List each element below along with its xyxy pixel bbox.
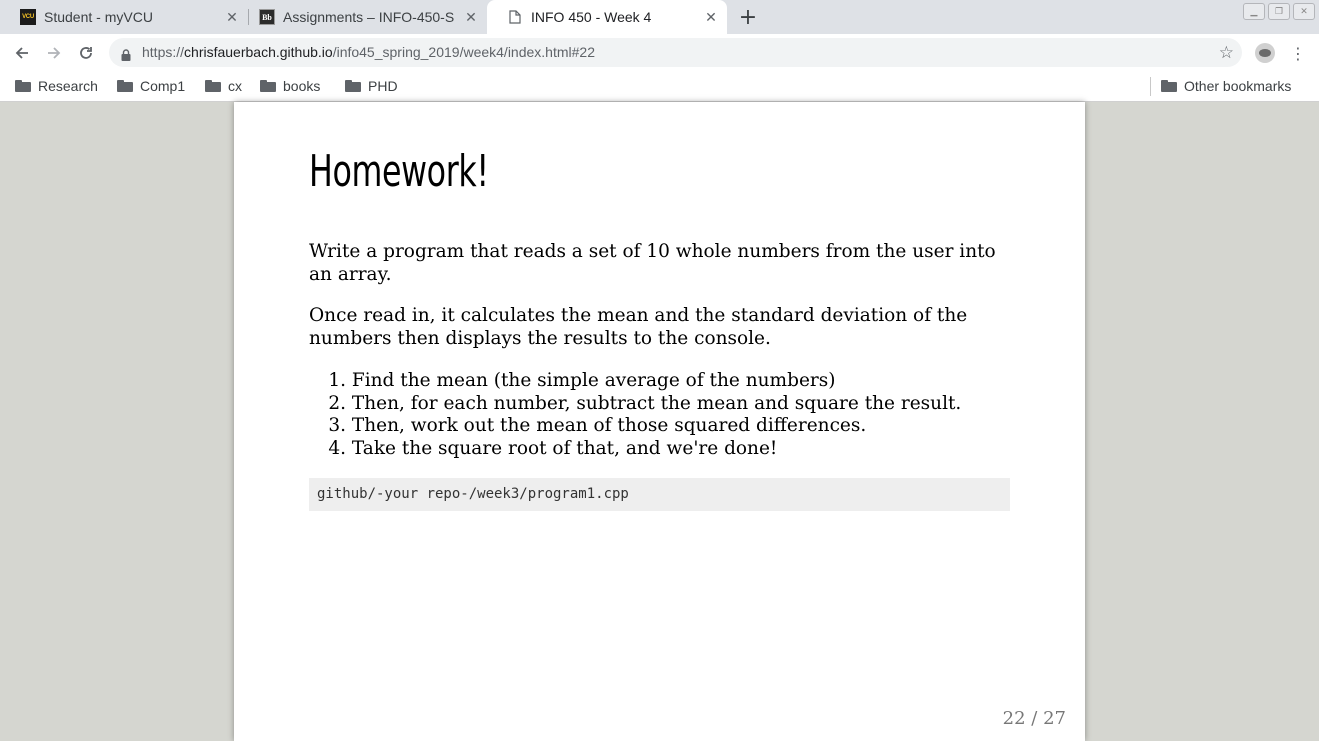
bookmark-books[interactable]: books	[260, 76, 320, 96]
tab-info450-week4[interactable]: INFO 450 - Week 4 ✕	[487, 0, 727, 34]
browser-toolbar: https://chrisfauerbach.github.io/info45_…	[0, 34, 1319, 71]
bookmark-label: books	[283, 78, 321, 94]
tab-title: INFO 450 - Week 4	[531, 9, 652, 25]
bookmark-label: Research	[38, 78, 98, 94]
list-item: 2. Then, for each number, subtract the m…	[309, 393, 1009, 416]
bookmark-label: Other bookmarks	[1184, 78, 1292, 94]
url-text[interactable]: https://chrisfauerbach.github.io/info45_…	[142, 44, 595, 60]
folder-icon	[15, 80, 31, 92]
slide-paragraph: Write a program that reads a set of 10 w…	[309, 241, 996, 285]
vcu-favicon-icon: VCU	[20, 9, 36, 25]
list-item: 1. Find the mean (the simple average of …	[309, 370, 1009, 393]
reload-icon[interactable]	[73, 40, 99, 66]
code-block: github/-your repo-/week3/program1.cpp	[309, 478, 1010, 511]
bookmark-other-bookmarks[interactable]: Other bookmarks	[1161, 76, 1291, 96]
bookmark-phd[interactable]: PHD	[345, 76, 398, 96]
forward-icon[interactable]	[41, 40, 67, 66]
folder-icon	[260, 80, 276, 92]
close-tab-icon[interactable]: ✕	[461, 7, 481, 27]
bookmarks-divider	[1150, 77, 1151, 96]
minimize-icon[interactable]: ▁	[1243, 3, 1265, 20]
bookmark-label: PHD	[368, 78, 398, 94]
folder-icon	[117, 80, 133, 92]
folder-icon	[345, 80, 361, 92]
list-number: 1.	[328, 370, 346, 391]
address-bar[interactable]: https://chrisfauerbach.github.io/info45_…	[109, 38, 1242, 67]
slide: Homework! Write a program that reads a s…	[234, 102, 1085, 741]
tab-title: Student - myVCU	[44, 9, 153, 25]
steps-list: 1. Find the mean (the simple average of …	[309, 370, 1009, 460]
list-number: 2.	[328, 392, 346, 414]
bookmark-label: cx	[228, 78, 242, 94]
list-text: Find the mean (the simple average of the…	[351, 370, 836, 391]
list-text: Then, work out the mean of those squared…	[351, 415, 867, 436]
blackboard-favicon-icon: Bb	[259, 9, 275, 25]
slide-title: Homework!	[309, 146, 489, 197]
folder-icon	[205, 80, 221, 92]
maximize-icon[interactable]: ❐	[1268, 3, 1290, 20]
browser-menu-icon[interactable]: ⋮	[1288, 40, 1308, 66]
bookmarks-bar: Research Comp1 cx books PHD Other bookma…	[0, 71, 1319, 102]
slide-paragraph: Once read in, it calculates the mean and…	[309, 305, 968, 349]
tab-student-myvcu[interactable]: VCU Student - myVCU ✕	[0, 0, 248, 34]
close-window-icon[interactable]: ✕	[1293, 3, 1315, 20]
list-text: Take the square root of that, and we're …	[351, 437, 778, 459]
page-content: Homework! Write a program that reads a s…	[0, 102, 1319, 741]
list-text: Then, for each number, subtract the mean…	[351, 392, 962, 414]
bookmark-research[interactable]: Research	[15, 76, 98, 96]
tab-title: Assignments – INFO-450-S	[283, 9, 455, 25]
url-scheme: https://	[142, 44, 185, 60]
new-tab-icon[interactable]: +	[736, 5, 760, 30]
list-item: 4. Take the square root of that, and we'…	[309, 438, 1009, 461]
window-controls: ▁ ❐ ✕	[1243, 3, 1315, 20]
tab-assignments[interactable]: Bb Assignments – INFO-450-S ✕	[239, 0, 487, 34]
page-icon	[507, 9, 523, 25]
bookmark-cx[interactable]: cx	[205, 76, 242, 96]
extension-icon[interactable]	[1255, 43, 1275, 63]
slide-page-indicator: 22 / 27	[1002, 708, 1066, 729]
back-icon[interactable]	[9, 40, 35, 66]
folder-icon	[1161, 80, 1177, 92]
bookmark-star-icon[interactable]: ☆	[1219, 43, 1234, 63]
list-number: 3.	[328, 415, 346, 436]
url-host: chrisfauerbach.github.io	[184, 44, 333, 60]
list-number: 4.	[328, 437, 346, 459]
bookmark-label: Comp1	[140, 78, 186, 94]
list-item: 3. Then, work out the mean of those squa…	[309, 415, 1009, 438]
bookmark-comp1[interactable]: Comp1	[117, 76, 185, 96]
url-path: /info45_spring_2019/week4/index.html#22	[332, 44, 595, 60]
close-tab-icon[interactable]: ✕	[701, 7, 721, 27]
tab-strip: VCU Student - myVCU ✕ Bb Assignments – I…	[0, 0, 1319, 34]
lock-icon	[121, 46, 131, 65]
